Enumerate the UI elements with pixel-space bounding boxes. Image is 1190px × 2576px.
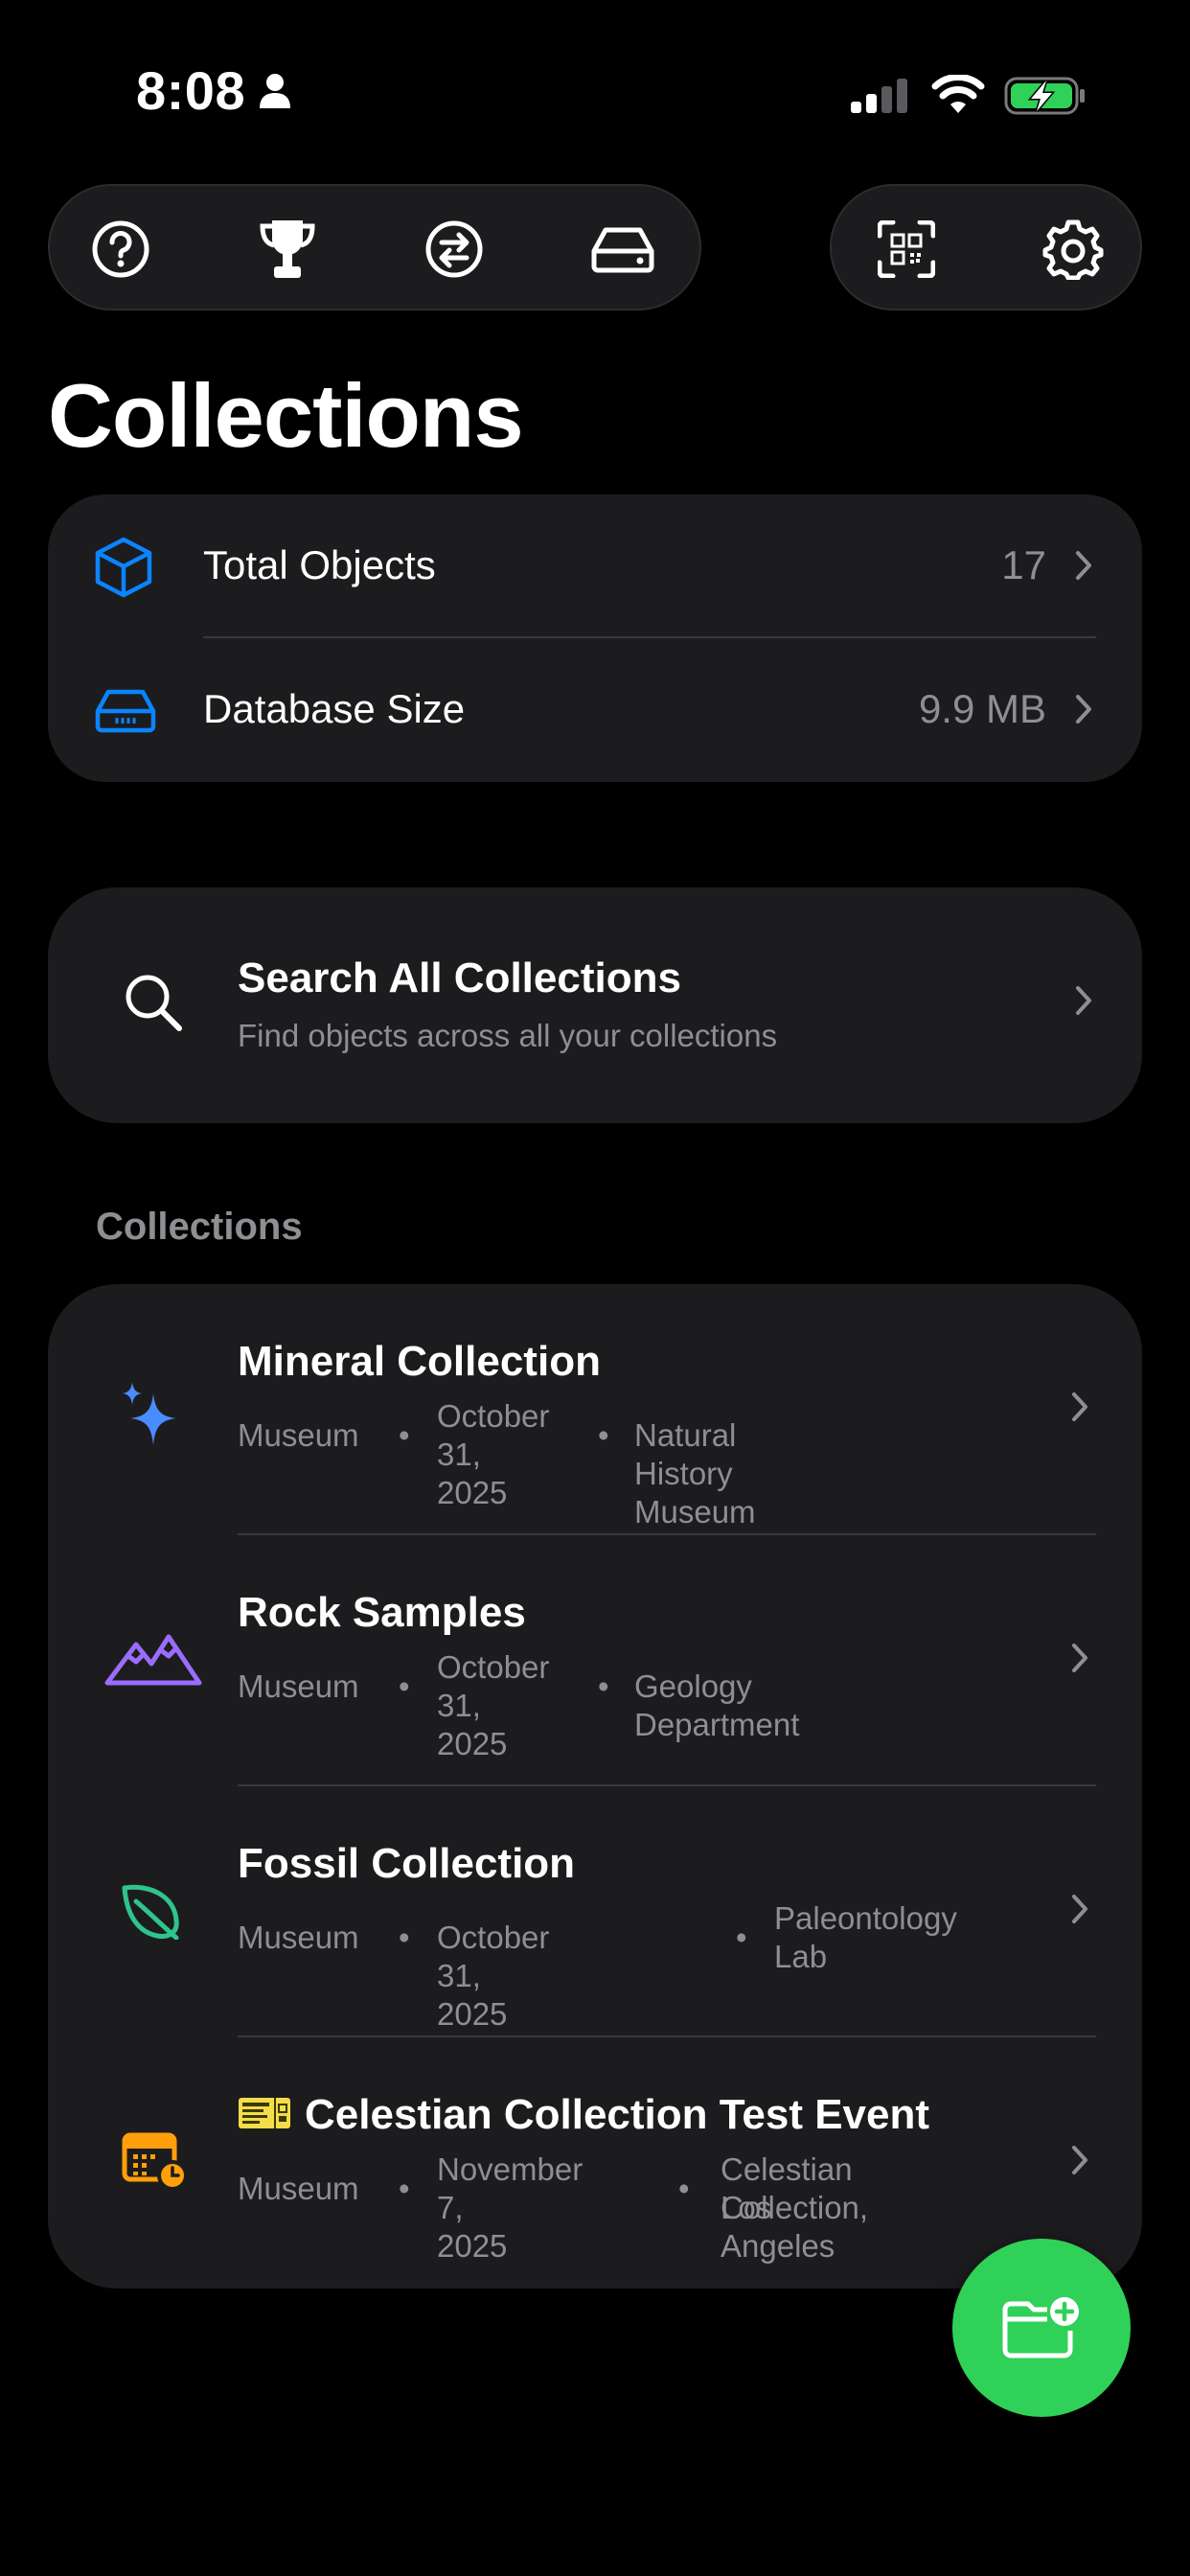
separator-dot: • <box>399 1417 410 1453</box>
collection-title: Fossil Collection <box>238 1840 576 1887</box>
collections-list: Mineral Collection Museum • October 31, … <box>48 1284 1142 2288</box>
drive-icon <box>591 227 654 273</box>
toolbar-left <box>48 184 701 310</box>
help-button[interactable] <box>86 215 155 284</box>
search-title: Search All Collections <box>238 954 681 1001</box>
stat-label: Total Objects <box>203 542 436 587</box>
status-bar: 8:08 <box>0 0 1190 192</box>
folder-plus-icon <box>1002 2297 1079 2358</box>
separator-dot: • <box>598 1417 609 1453</box>
storage-button[interactable] <box>588 215 657 284</box>
collection-date: October 31, 2025 <box>437 1920 550 2032</box>
collection-date-line1: October <box>437 1649 550 1685</box>
page-title: Collections <box>48 365 524 466</box>
collection-location: Geology Department <box>634 1668 800 1742</box>
separator-dot: • <box>598 1668 609 1704</box>
collection-type: Museum <box>238 1417 359 1453</box>
collection-row-fossil[interactable]: Fossil Collection Museum • October 31, 2… <box>48 1786 1142 2037</box>
status-time: 8:08 <box>136 60 246 121</box>
separator-dot: • <box>399 1668 410 1704</box>
collection-title: Rock Samples <box>238 1589 526 1636</box>
wifi-icon <box>931 75 985 113</box>
trophy-icon <box>260 220 315 278</box>
collection-type: Museum <box>238 1920 359 1955</box>
gear-icon <box>1042 219 1104 280</box>
collection-title: Mineral Collection <box>238 1338 601 1385</box>
person-icon <box>260 74 290 108</box>
separator-dot: • <box>399 1920 410 1955</box>
leaf-icon <box>122 1884 179 1940</box>
add-collection-button[interactable] <box>952 2239 1131 2417</box>
drive-icon <box>95 689 156 733</box>
search-subtitle: Find objects across all your collections <box>238 1018 778 1053</box>
separator-dot: • <box>678 2171 690 2206</box>
collection-location-line1: Paleontology <box>774 1900 957 1936</box>
qr-code-scan-icon <box>878 220 935 278</box>
settings-button[interactable] <box>1039 215 1108 284</box>
stat-label: Database Size <box>203 686 466 731</box>
collection-type: Museum <box>238 2171 359 2206</box>
collection-date-line2: 31, 2025 <box>437 1437 508 1510</box>
section-header: Collections <box>96 1206 303 1248</box>
question-circle-icon <box>92 220 149 278</box>
chevron-right-icon <box>1072 1895 1087 1923</box>
ticket-emoji-icon <box>239 2098 290 2129</box>
transfer-button[interactable] <box>420 215 489 284</box>
chevron-right-icon <box>1072 1392 1087 1421</box>
separator-dot: • <box>399 2171 410 2206</box>
cellular-signal-icon <box>851 79 907 113</box>
chevron-right-icon <box>1072 1644 1087 1672</box>
chevron-right-icon <box>1076 986 1091 1015</box>
collection-row-rock[interactable]: Rock Samples Museum • October 31, 2025 •… <box>48 1535 1142 1786</box>
collection-date-line2: 31, 2025 <box>437 1688 508 1761</box>
battery-charging-icon <box>1004 77 1085 115</box>
stat-row-total-objects[interactable]: Total Objects 17 <box>48 494 1142 638</box>
stat-value: 17 <box>1001 542 1046 587</box>
collection-date-line1: October <box>437 1398 550 1434</box>
qr-scan-button[interactable] <box>872 215 941 284</box>
collection-date-line1: November <box>437 2151 584 2187</box>
collection-date-line2: 7, 2025 <box>437 2190 508 2264</box>
chevron-right-icon <box>1076 551 1091 580</box>
collection-location-line2: Lab <box>774 1939 828 1974</box>
sparkles-icon <box>123 1382 176 1445</box>
collection-location-line2: Los Angeles <box>721 2190 835 2264</box>
stats-card: Total Objects 17 Database Size 9.9 MB <box>48 494 1142 782</box>
chevron-right-icon <box>1072 2146 1087 2174</box>
search-all-collections-button[interactable]: Search All Collections Find objects acro… <box>48 887 1142 1123</box>
arrows-swap-circle-icon <box>425 220 483 278</box>
collection-location: Natural History Museum <box>634 1417 756 1530</box>
toolbar-right <box>830 184 1142 310</box>
stat-row-database-size[interactable]: Database Size 9.9 MB <box>48 638 1142 782</box>
collection-title: Celestian Collection Test Event <box>238 2091 929 2139</box>
separator-dot: • <box>736 1920 747 1955</box>
achievements-button[interactable] <box>253 215 322 284</box>
search-icon <box>126 975 182 1031</box>
stat-value: 9.9 MB <box>918 686 1046 731</box>
cube-icon <box>95 537 152 598</box>
collection-row-mineral[interactable]: Mineral Collection Museum • October 31, … <box>48 1284 1142 1535</box>
collection-type: Museum <box>238 1668 359 1704</box>
collection-title-text: Celestian Collection Test Event <box>305 2091 930 2138</box>
collection-row-celestian[interactable]: Celestian Collection Test Event Museum •… <box>48 2037 1142 2288</box>
calendar-clock-icon <box>122 2132 188 2191</box>
chevron-right-icon <box>1076 695 1091 724</box>
mountains-icon <box>104 1634 202 1686</box>
